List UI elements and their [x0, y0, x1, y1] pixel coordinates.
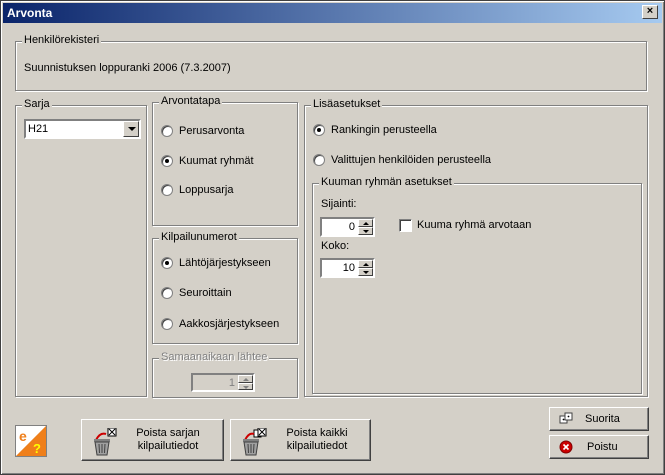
arvontatapa-group: Arvontatapa Perusarvonta Kuumat ryhmät L… [152, 95, 298, 226]
arvontatapa-legend: Arvontatapa [159, 95, 223, 107]
samaanaikaan-spinner: 1 [191, 373, 255, 392]
chevron-down-icon[interactable] [123, 121, 139, 137]
radio-label: Seuroittain [179, 287, 232, 299]
close-button[interactable]: × [642, 5, 658, 19]
henkilorekisteri-text: Suunnistuksen loppuranki 2006 (7.3.2007) [24, 62, 231, 74]
radio-label: Perusarvonta [179, 125, 245, 137]
kuuma-arvotaan-checkbox[interactable] [399, 219, 412, 232]
title-bar[interactable]: Arvonta × [3, 3, 662, 23]
lisaasetukset-legend: Lisäasetukset [311, 98, 383, 110]
koko-value[interactable]: 10 [343, 262, 355, 274]
dice-icon [559, 412, 573, 424]
poista-sarjan-label-2: kilpailutiedot [137, 440, 199, 452]
kuuma-legend: Kuuman ryhmän asetukset [319, 176, 454, 188]
spin-down-icon[interactable] [358, 268, 373, 276]
poista-kaikki-label-2: kilpailutiedot [286, 440, 348, 452]
radio-button[interactable] [313, 124, 325, 136]
kilpailunumerot-group: Kilpailunumerot Lähtöjärjestykseen Seuro… [152, 231, 298, 344]
radio-button[interactable] [161, 184, 173, 196]
help-logo-icon[interactable]: e ? [15, 425, 47, 457]
spin-up-icon [238, 375, 253, 383]
spin-down-icon[interactable] [358, 227, 373, 235]
radio-button[interactable] [161, 257, 173, 269]
koko-label: Koko: [321, 240, 350, 252]
spin-down-icon [238, 382, 253, 390]
poista-kaikki-button[interactable]: Poista kaikki kilpailutiedot [230, 419, 371, 461]
spin-up-icon[interactable] [358, 260, 373, 268]
svg-text:e: e [19, 428, 27, 444]
sijainti-spinner[interactable]: 0 [320, 217, 375, 237]
radio-button[interactable] [161, 125, 173, 137]
window-title: Arvonta [7, 6, 53, 20]
kuuma-group: Kuuman ryhmän asetukset Sijainti: 0 Kuum… [312, 176, 642, 394]
close-icon: × [646, 5, 654, 17]
sarja-legend: Sarja [22, 98, 52, 110]
sarja-combobox[interactable]: H21 [24, 119, 141, 139]
radio-button[interactable] [313, 154, 325, 166]
sijainti-label: Sijainti: [321, 198, 357, 210]
samaanaikaan-group: Samaanaikaan lähtee 1 [152, 351, 298, 398]
poista-kaikki-label-1: Poista kaikki [286, 427, 348, 439]
poistu-button[interactable]: Poistu [549, 435, 649, 459]
radio-label: Kuumat ryhmät [179, 155, 254, 167]
radio-button[interactable] [161, 318, 173, 330]
poistu-label: Poistu [587, 441, 618, 453]
samaanaikaan-value: 1 [228, 377, 235, 389]
radio-label: Valittujen henkilöiden perusteella [331, 154, 492, 166]
exit-icon [559, 440, 573, 454]
lisaasetukset-group: Lisäasetukset Rankingin perusteella Vali… [304, 98, 648, 397]
radio-button[interactable] [161, 287, 173, 299]
poista-sarjan-label-1: Poista sarjan [136, 427, 200, 439]
henkilorekisteri-group: Henkilörekisteri Suunnistuksen loppurank… [15, 34, 647, 91]
spin-up-icon[interactable] [358, 219, 373, 227]
suorita-button[interactable]: Suorita [549, 407, 649, 431]
radio-button[interactable] [161, 155, 173, 167]
sarja-value: H21 [28, 123, 49, 135]
radio-label: Rankingin perusteella [331, 124, 437, 136]
henkilorekisteri-legend: Henkilörekisteri [22, 34, 102, 46]
sijainti-value[interactable]: 0 [349, 221, 355, 233]
checkbox-label: Kuuma ryhmä arvotaan [417, 219, 532, 231]
koko-spinner[interactable]: 10 [320, 258, 375, 278]
arvonta-window: Arvonta × Henkilörekisteri Suunnistuksen… [0, 0, 665, 475]
sarja-group: Sarja H21 [15, 98, 147, 397]
poista-sarjan-button[interactable]: Poista sarjan kilpailutiedot [81, 419, 224, 461]
trash-all-icon [243, 428, 267, 456]
svg-text:?: ? [33, 441, 41, 456]
samaanaikaan-legend: Samaanaikaan lähtee [159, 351, 270, 363]
radio-label: Loppusarja [179, 184, 234, 196]
suorita-label: Suorita [585, 413, 620, 425]
radio-label: Aakkosjärjestykseen [179, 318, 280, 330]
radio-label: Lähtöjärjestykseen [179, 257, 271, 269]
kilpailunumerot-legend: Kilpailunumerot [159, 231, 239, 243]
trash-icon [94, 428, 117, 456]
